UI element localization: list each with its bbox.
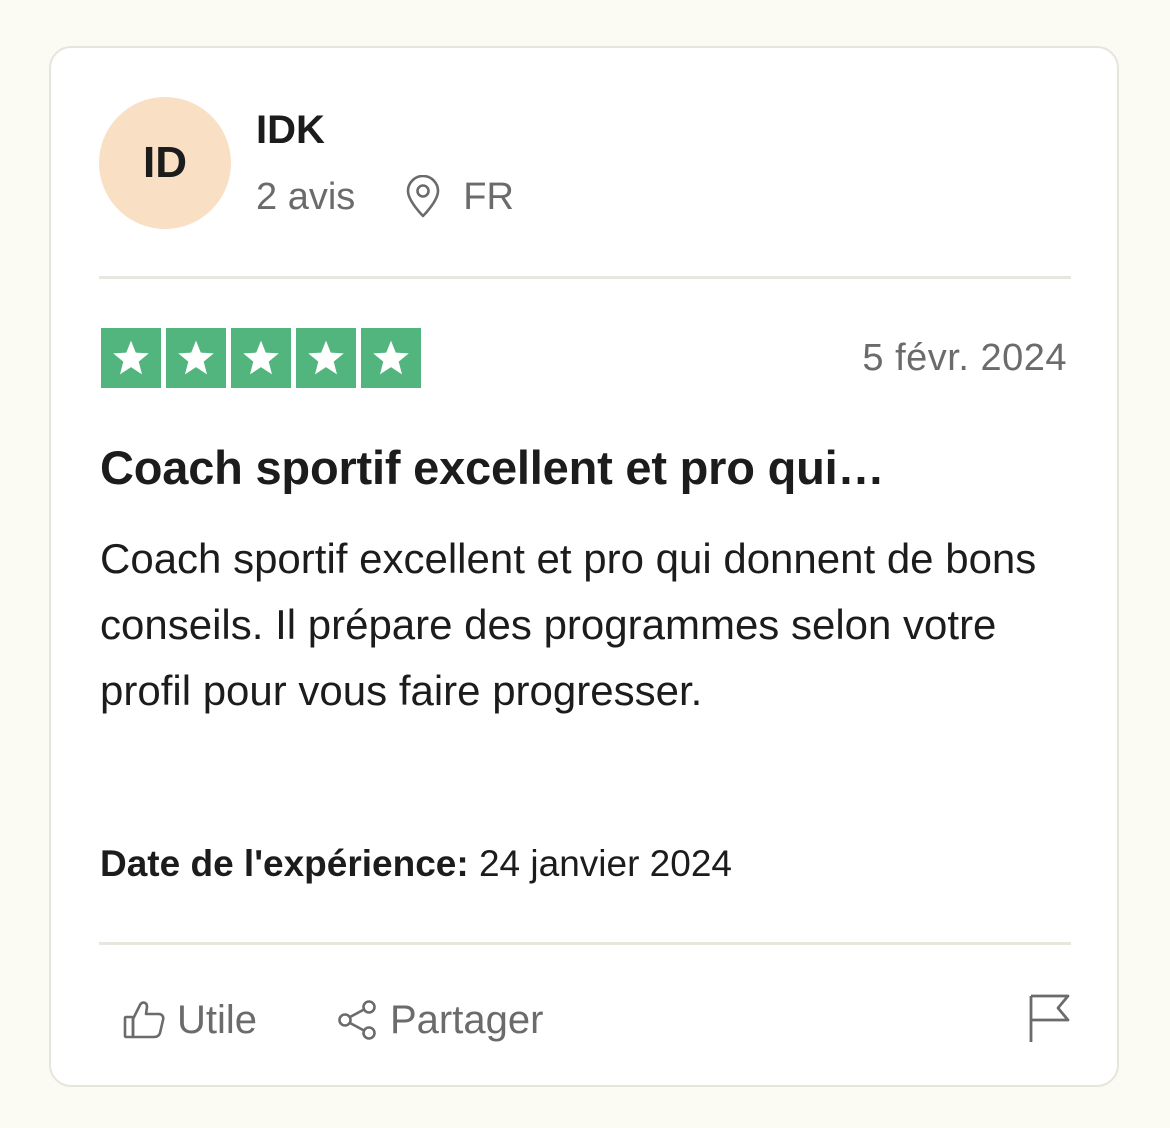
useful-label: Utile [177,997,258,1042]
star-icon [296,328,356,388]
header-divider [99,276,1071,279]
review-date: 5 févr. 2024 [862,337,1067,379]
star-rating [101,328,421,388]
useful-button[interactable]: Utile [121,990,257,1050]
experience-date-label: Date de l'expérience: [100,843,469,884]
experience-date-value: 24 janvier 2024 [478,843,732,884]
footer-divider [99,942,1071,945]
experience-date: Date de l'expérience: 24 janvier 2024 [100,842,732,886]
star-icon [361,328,421,388]
review-title[interactable]: Coach sportif excellent et pro qui… [100,440,1040,496]
avatar-initials: ID [143,138,187,187]
share-icon [334,997,380,1043]
avatar[interactable]: ID [99,97,231,229]
star-icon [231,328,291,388]
star-icon [101,328,161,388]
reviewer-name[interactable]: IDK [256,106,325,154]
share-label: Partager [390,997,544,1042]
reviewer-country: FR [463,175,514,218]
reviewer-meta: 2 avis FR [256,172,514,222]
share-button[interactable]: Partager [334,990,543,1050]
location-pin-icon [403,175,443,219]
review-count: 2 avis [256,175,356,218]
review-body: Coach sportif excellent et pro qui donne… [100,535,1037,714]
star-icon [166,328,226,388]
thumbs-up-icon [121,997,167,1043]
review-card: ID IDK 2 avis FR 5 févr. 2024 Coach spor… [49,46,1119,1087]
flag-icon[interactable] [1026,992,1072,1044]
